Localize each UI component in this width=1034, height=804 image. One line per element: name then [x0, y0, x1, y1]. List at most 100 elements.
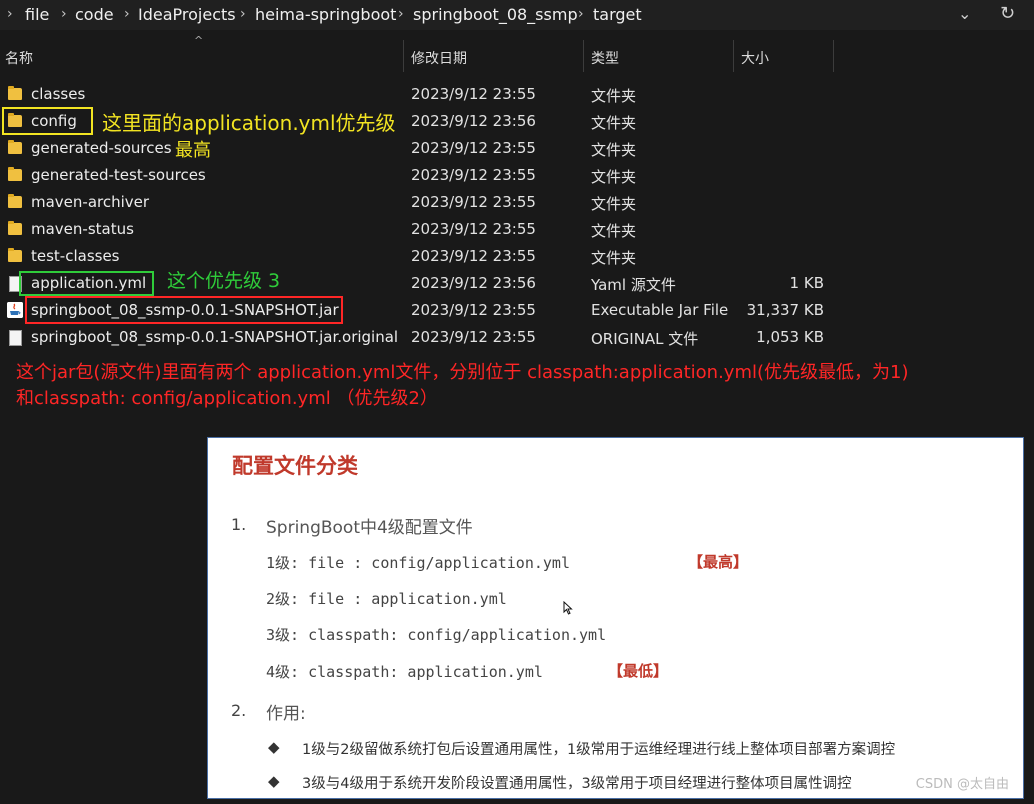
- level-4-tag: 【最低】: [608, 662, 669, 680]
- config-note: 这里面的application.yml优先级: [102, 111, 396, 135]
- file-type: ORIGINAL 文件: [591, 330, 699, 348]
- file-row-maven-archiver[interactable]: maven-archiver 2023/9/12 23:55 文件夹: [0, 189, 1034, 216]
- file-date: 2023/9/12 23:55: [411, 139, 536, 157]
- file-type: Yaml 源文件: [591, 276, 676, 294]
- file-name: generated-sources: [31, 139, 172, 157]
- folder-icon: [8, 113, 22, 127]
- chevron-right-icon: ›: [61, 6, 67, 22]
- file-name: springboot_08_ssmp-0.0.1-SNAPSHOT.jar.or…: [31, 328, 399, 346]
- breadcrumb-item-heima-springboot[interactable]: heima-springboot: [255, 5, 396, 24]
- chevron-right-icon: ›: [398, 6, 404, 22]
- level-1-text: 1级: file : config/application.yml: [266, 554, 570, 572]
- folder-icon: [8, 248, 22, 262]
- file-size: 31,337 KB: [746, 301, 824, 319]
- file-row-generated-test-sources[interactable]: generated-test-sources 2023/9/12 23:55 文…: [0, 162, 1034, 189]
- refresh-icon[interactable]: ↻: [1000, 3, 1015, 24]
- config-classification-panel: 配置文件分类 1. SpringBoot中4级配置文件 1级: file : c…: [207, 437, 1024, 799]
- breadcrumb-item-ideaprojects[interactable]: IdeaProjects: [138, 5, 236, 24]
- file-name: springboot_08_ssmp-0.0.1-SNAPSHOT.jar: [31, 301, 339, 319]
- file-size: 1,053 KB: [756, 328, 824, 346]
- mouse-cursor-icon: [563, 600, 573, 619]
- file-date: 2023/9/12 23:56: [411, 112, 536, 130]
- file-type: Executable Jar File: [591, 301, 729, 319]
- file-size: 1 KB: [789, 274, 824, 292]
- column-type[interactable]: 类型: [591, 48, 619, 68]
- file-type: 文件夹: [591, 87, 637, 105]
- breadcrumb-item-file[interactable]: file: [25, 5, 49, 24]
- file-icon: [9, 276, 22, 292]
- java-jar-icon: [7, 302, 23, 318]
- level-3-text: 3级: classpath: config/application.yml: [266, 626, 607, 644]
- file-name: test-classes: [31, 247, 120, 265]
- sort-ascending-icon: ^: [194, 34, 204, 47]
- file-name: application.yml: [31, 274, 147, 292]
- breadcrumb-item-project[interactable]: springboot_08_ssmp: [413, 5, 578, 24]
- file-name: classes: [31, 85, 86, 103]
- file-name: maven-status: [31, 220, 134, 238]
- file-row-jar-original[interactable]: springboot_08_ssmp-0.0.1-SNAPSHOT.jar.or…: [0, 324, 1034, 351]
- column-size[interactable]: 大小: [741, 48, 769, 68]
- level-1-tag: 【最高】: [688, 553, 749, 571]
- column-divider[interactable]: [833, 40, 834, 72]
- file-date: 2023/9/12 23:55: [411, 301, 536, 319]
- file-row-maven-status[interactable]: maven-status 2023/9/12 23:55 文件夹: [0, 216, 1034, 243]
- file-row-application-yml[interactable]: application.yml 2023/9/12 23:56 Yaml 源文件…: [0, 270, 1034, 297]
- folder-icon: [8, 86, 22, 100]
- column-name[interactable]: 名称: [5, 48, 33, 68]
- file-type: 文件夹: [591, 141, 637, 159]
- file-date: 2023/9/12 23:56: [411, 274, 536, 292]
- file-type: 文件夹: [591, 195, 637, 213]
- file-name: generated-test-sources: [31, 166, 206, 184]
- chevron-right-icon: ›: [124, 6, 130, 22]
- file-icon: [9, 330, 22, 346]
- diamond-bullet-icon: ◆: [268, 772, 280, 790]
- breadcrumb-item-code[interactable]: code: [75, 5, 114, 24]
- column-divider[interactable]: [583, 40, 584, 72]
- file-type: 文件夹: [591, 168, 637, 186]
- chevron-right-icon: ›: [578, 6, 584, 22]
- jar-note-line2: 和classpath: config/application.yml （优先级2…: [16, 388, 438, 409]
- file-date: 2023/9/12 23:55: [411, 166, 536, 184]
- file-type: 文件夹: [591, 114, 637, 132]
- file-row-test-classes[interactable]: test-classes 2023/9/12 23:55 文件夹: [0, 243, 1034, 270]
- item1-label: SpringBoot中4级配置文件: [266, 518, 473, 538]
- item1-number: 1.: [231, 515, 247, 534]
- config-note-2: 最高: [175, 140, 211, 161]
- breadcrumb-item-target[interactable]: target: [593, 5, 642, 24]
- panel-title: 配置文件分类: [232, 454, 358, 478]
- file-name: config: [31, 112, 77, 130]
- file-type: 文件夹: [591, 249, 637, 267]
- folder-icon: [8, 167, 22, 181]
- folder-icon: [8, 221, 22, 235]
- file-name: maven-archiver: [31, 193, 150, 211]
- item2-number: 2.: [231, 701, 247, 720]
- bullet-2-text: 3级与4级用于系统开发阶段设置通用属性，3级常用于项目经理进行整体项目属性调控: [302, 776, 852, 792]
- file-type: 文件夹: [591, 222, 637, 240]
- file-date: 2023/9/12 23:55: [411, 85, 536, 103]
- address-bar[interactable]: › file › code › IdeaProjects › heima-spr…: [0, 0, 1034, 30]
- file-date: 2023/9/12 23:55: [411, 220, 536, 238]
- item2-label: 作用:: [266, 704, 306, 724]
- column-divider[interactable]: [733, 40, 734, 72]
- yml-note: 这个优先级 3: [167, 270, 281, 292]
- watermark: CSDN @太自由: [915, 777, 1009, 792]
- file-row-generated-sources[interactable]: generated-sources 2023/9/12 23:55 文件夹: [0, 135, 1034, 162]
- folder-icon: [8, 140, 22, 154]
- level-4-text: 4级: classpath: application.yml: [266, 663, 543, 681]
- file-row-classes[interactable]: classes 2023/9/12 23:55 文件夹: [0, 81, 1034, 108]
- file-date: 2023/9/12 23:55: [411, 328, 536, 346]
- file-row-snapshot-jar[interactable]: springboot_08_ssmp-0.0.1-SNAPSHOT.jar 20…: [0, 297, 1034, 324]
- bullet-1-text: 1级与2级留做系统打包后设置通用属性，1级常用于运维经理进行线上整体项目部署方案…: [302, 742, 896, 758]
- diamond-bullet-icon: ◆: [268, 738, 280, 756]
- file-date: 2023/9/12 23:55: [411, 193, 536, 211]
- column-date[interactable]: 修改日期: [411, 48, 467, 68]
- file-date: 2023/9/12 23:55: [411, 247, 536, 265]
- chevron-right-icon: ›: [240, 6, 246, 22]
- column-divider[interactable]: [403, 40, 404, 72]
- chevron-right-icon: ›: [7, 6, 13, 22]
- level-2-text: 2级: file : application.yml: [266, 590, 507, 608]
- folder-icon: [8, 194, 22, 208]
- column-header: ^ 名称 修改日期 类型 大小: [0, 34, 1034, 72]
- jar-note-line1: 这个jar包(源文件)里面有两个 application.yml文件，分别位于 …: [16, 362, 909, 383]
- history-dropdown-icon[interactable]: ⌄: [958, 4, 971, 23]
